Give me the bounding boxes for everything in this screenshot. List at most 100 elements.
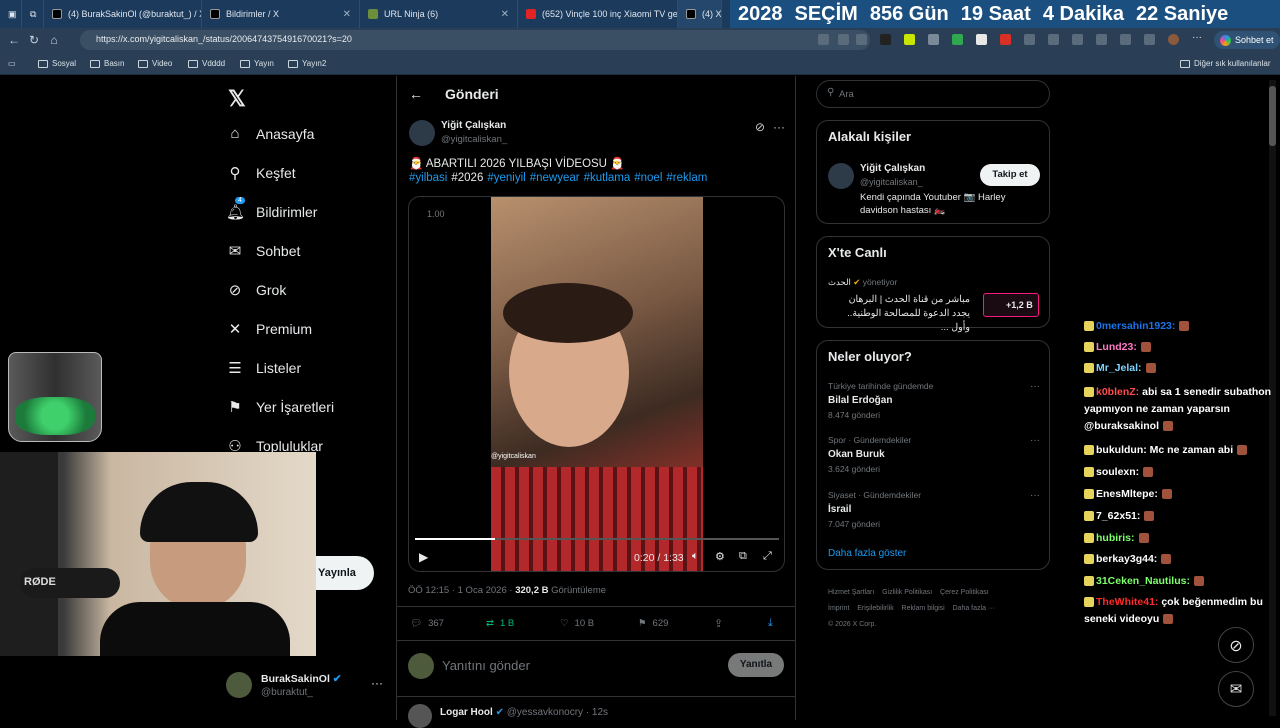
extension-icon[interactable] — [928, 34, 939, 45]
other-bookmarks[interactable]: Diğer sık kullanılanlar — [1180, 59, 1270, 68]
nav-explore[interactable]: ⚲ Keşfet — [226, 164, 296, 182]
video-progress-track[interactable] — [415, 538, 779, 540]
nav-bookmarks[interactable]: ⚑ Yer İşaretleri — [226, 398, 334, 416]
extension-icon[interactable] — [880, 34, 891, 45]
tab-profile[interactable]: (4) BurakSakinOl (@buraktut_) / X✕ — [44, 0, 202, 28]
sidebar-icon[interactable] — [1048, 34, 1059, 45]
hashtag-link[interactable]: #noel — [634, 172, 662, 184]
tab-notifications[interactable]: Bildirimler / X ✕ — [202, 0, 360, 28]
bookmark-menu-icon[interactable]: ▭ — [8, 59, 16, 68]
bookmark-folder[interactable]: Yayın2 — [288, 59, 326, 68]
extension-icon[interactable] — [1000, 34, 1011, 45]
copilot-chat-button[interactable]: Sohbet et — [1214, 31, 1280, 49]
more-icon[interactable]: ··· — [1030, 381, 1040, 392]
extension-icon[interactable] — [904, 34, 915, 45]
download-icon[interactable]: ⤓ — [768, 617, 773, 630]
share-icon[interactable]: ⇪ — [714, 617, 723, 630]
refresh-icon[interactable]: ↻ — [24, 33, 44, 47]
hashtag-link[interactable]: #reklam — [666, 172, 707, 184]
hashtag-link[interactable]: #yeniyil — [487, 172, 525, 184]
bookmark-folder[interactable]: Basın — [90, 59, 124, 68]
tab-active[interactable]: (4) X' — [678, 0, 722, 28]
hashtag-link[interactable]: #yilbasi — [409, 172, 447, 184]
x-logo-icon[interactable]: 𝕏 — [228, 86, 246, 112]
tab-url-ninja[interactable]: URL Ninja (6) ✕ — [360, 0, 518, 28]
back-arrow-icon[interactable]: ← — [409, 86, 423, 102]
tab-youtube[interactable]: (652) Vinçle 100 inç Xiaomi TV geti✕ — [518, 0, 678, 28]
live-listeners[interactable]: +1,2 B — [983, 293, 1039, 317]
footer-link[interactable]: Daha fazla ··· — [953, 605, 995, 612]
close-icon[interactable]: ✕ — [343, 9, 351, 20]
account-switcher[interactable]: BurakSakinOl ✔ @buraktut_ ··· — [226, 672, 396, 702]
follow-button[interactable]: Takip et — [980, 164, 1040, 186]
extensions-icon[interactable] — [1024, 34, 1035, 45]
reply-button[interactable]: Yanıtla — [728, 653, 784, 677]
reply-input[interactable]: Yanıtını gönder — [442, 658, 530, 673]
tweet-author[interactable]: Yiğit Çalışkan — [441, 120, 506, 131]
back-icon[interactable]: ← — [4, 33, 24, 47]
more-icon[interactable]: ··· — [773, 120, 785, 134]
grok-icon[interactable]: ⊘ — [1218, 627, 1254, 663]
heart-icon[interactable] — [1120, 34, 1131, 45]
pip-icon[interactable]: ⧉ — [739, 550, 747, 563]
close-icon[interactable]: ✕ — [501, 9, 509, 20]
bookmark-folder[interactable]: Vdddd — [188, 59, 225, 68]
bookmark-folder[interactable]: Video — [138, 59, 172, 68]
split-view-icon[interactable] — [818, 34, 829, 45]
extension-icon[interactable] — [952, 34, 963, 45]
tweet-handle[interactable]: @yigitcaliskan_ — [441, 134, 507, 145]
favorites-icon[interactable] — [1072, 34, 1083, 45]
footer-link[interactable]: Hizmet Şartları — [828, 589, 874, 596]
avatar[interactable] — [408, 704, 432, 728]
grok-icon[interactable]: ⊘ — [755, 120, 765, 134]
nav-premium[interactable]: ✕ Premium — [226, 320, 312, 338]
retweet-action[interactable]: ⇄ 1 B — [486, 618, 514, 629]
nav-notifications[interactable]: 🔔︎ 4 Bildirimler — [226, 197, 317, 221]
footer-link[interactable]: Çerez Politikası — [940, 589, 989, 596]
nav-home[interactable]: ⌂ Anasayfa — [226, 125, 314, 142]
nav-messages[interactable]: ✉ Sohbet — [226, 242, 301, 260]
settings-icon[interactable]: ⚙ — [715, 550, 725, 563]
nav-grok[interactable]: ⊘ Grok — [226, 281, 287, 299]
live-text[interactable]: مباشر من قناة الحدث | البرهان يجدد الدعو… — [828, 293, 970, 335]
reply-action[interactable]: 💬︎ 367 — [410, 618, 444, 629]
more-icon[interactable]: ··· — [371, 676, 383, 690]
trend-item[interactable]: Türkiye tarihinde gündemde Bilal Erdoğan… — [828, 381, 1040, 420]
footer-link[interactable]: Reklam bilgisi — [902, 605, 945, 612]
hashtag-link[interactable]: #newyear — [530, 172, 580, 184]
more-icon[interactable]: ··· — [1030, 490, 1040, 501]
nav-lists[interactable]: ☰ Listeler — [226, 359, 301, 377]
read-aloud-icon[interactable] — [838, 34, 849, 45]
hashtag-text[interactable]: #2026 — [451, 172, 483, 184]
tab-actions-icon[interactable]: ▣ — [0, 0, 22, 28]
avatar[interactable] — [409, 120, 435, 146]
footer-link[interactable]: Gizlilik Politikası — [882, 589, 932, 596]
avatar[interactable] — [828, 163, 854, 189]
volume-icon[interactable]: 🔈︎ — [692, 550, 699, 563]
extension-icon[interactable] — [976, 34, 987, 45]
downloads-icon[interactable] — [1144, 34, 1155, 45]
scrollbar-thumb[interactable] — [1269, 86, 1276, 146]
collections-icon[interactable] — [1096, 34, 1107, 45]
home-icon[interactable]: ⌂ — [44, 33, 64, 47]
bookmark-action[interactable]: ⚑ 629 — [638, 618, 668, 629]
footer-link[interactable]: İmprint — [828, 605, 849, 612]
mail-icon[interactable]: ✉ — [1218, 671, 1254, 707]
tab-workspaces-icon[interactable]: ⧉ — [22, 0, 44, 28]
avatar[interactable] — [1168, 34, 1179, 45]
more-icon[interactable]: ··· — [1192, 32, 1203, 43]
bookmark-folder[interactable]: Yayın — [240, 59, 274, 68]
video-player[interactable]: 1.00 @yigitcaliskan ▶ 0:20 / 1:33 🔈︎ ⚙ ⧉… — [408, 196, 785, 572]
next-tweet-author[interactable]: Logar Hool — [440, 707, 493, 718]
like-action[interactable]: ♡ 10 B — [560, 618, 594, 629]
related-name[interactable]: Yiğit Çalışkan — [860, 163, 925, 174]
trend-item[interactable]: Siyaset · Gündemdekiler İsrail 7.047 gön… — [828, 490, 1040, 529]
favorite-icon[interactable] — [856, 34, 867, 45]
show-more-link[interactable]: Daha fazla göster — [828, 548, 906, 559]
more-icon[interactable]: ··· — [1030, 435, 1040, 446]
play-icon[interactable]: ▶ — [419, 550, 428, 564]
url-field[interactable]: https://x.com/yigitcaliskan_/status/2006… — [80, 30, 870, 50]
fullscreen-icon[interactable]: ⤢ — [763, 550, 772, 563]
bookmark-folder[interactable]: Sosyal — [38, 59, 76, 68]
trend-item[interactable]: Spor · Gündemdekiler Okan Buruk 3.624 gö… — [828, 435, 1040, 474]
